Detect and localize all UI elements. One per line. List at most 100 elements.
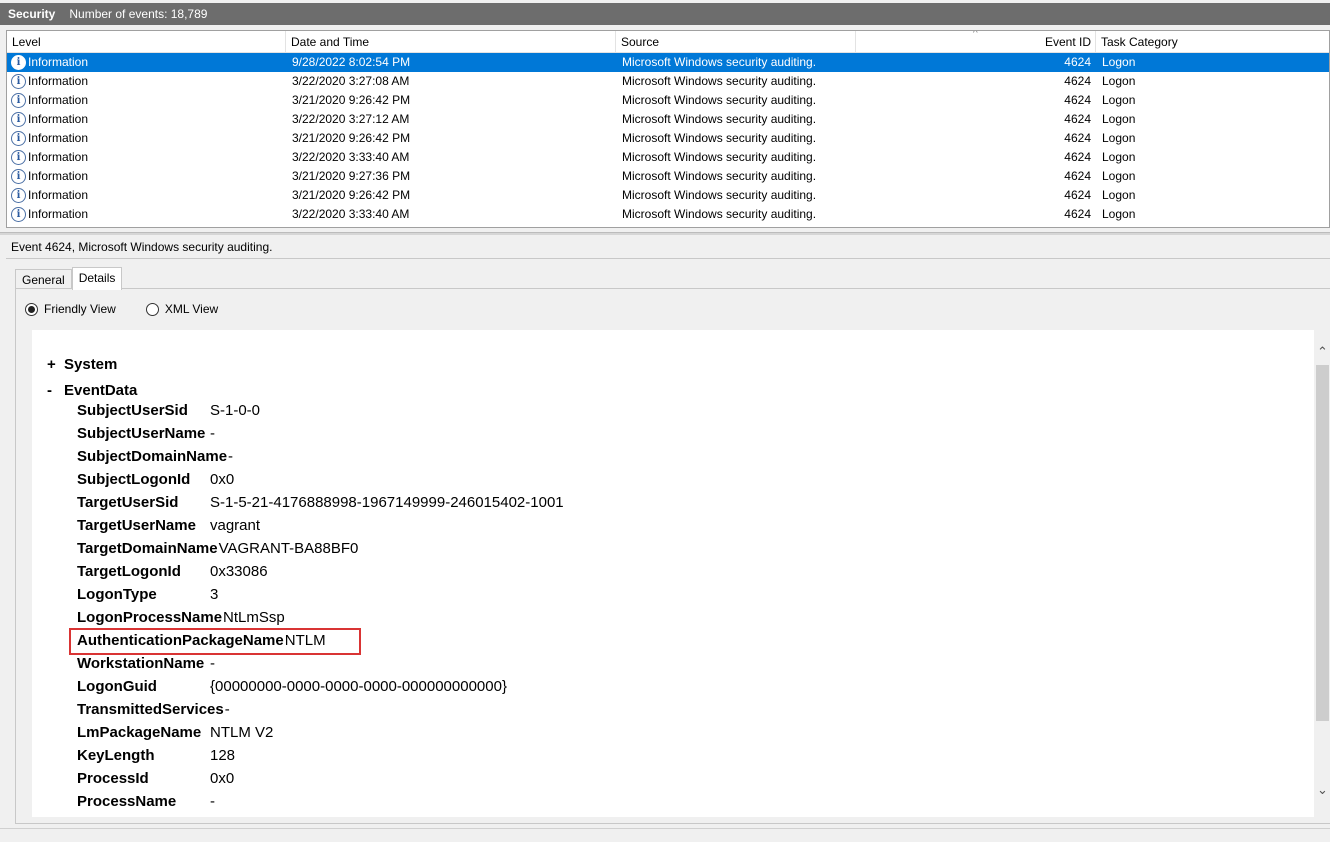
friendly-view-radio[interactable] — [25, 302, 38, 316]
table-row[interactable]: i Information 9/28/2022 8:02:54 PM Microsof… — [7, 53, 1329, 72]
tree-node-system[interactable]: + System — [47, 352, 137, 378]
event-data-field: TargetUserSid S-1-5-21-4176888998-1967149… — [77, 491, 564, 514]
cell-level: i Information — [11, 72, 289, 91]
field-name: TargetDomainName — [77, 540, 218, 557]
cell-level: i Information — [11, 129, 289, 148]
events-grid[interactable]: Level Date and Time Source Event ID Task… — [6, 30, 1330, 228]
field-value: - — [210, 793, 215, 810]
field-value: NTLM V2 — [210, 724, 274, 741]
field-name: SubjectDomainName — [77, 448, 228, 465]
cell-task-category: Logon — [1102, 74, 1136, 88]
sort-indicator-icon: ^ — [973, 30, 978, 39]
info-icon: i — [11, 150, 26, 165]
table-row[interactable]: i Information 3/22/2020 3:33:40 AM Microsof… — [7, 148, 1329, 167]
info-icon: i — [11, 169, 26, 184]
event-data-field: AuthenticationPackageNameNTLM — [69, 628, 564, 655]
cell-event-id: 4624 — [1064, 55, 1091, 69]
cell-source: Microsoft Windows security auditing. — [622, 188, 817, 202]
table-row[interactable]: i Information 3/21/2020 9:27:36 PM Microsof… — [7, 167, 1329, 186]
event-data-field: LmPackageName NTLM V2 — [77, 721, 564, 744]
radio-selected-dot — [28, 305, 35, 313]
field-value: - — [210, 655, 215, 672]
column-header-source[interactable]: Source — [616, 31, 856, 53]
pane-splitter[interactable] — [0, 232, 1330, 235]
field-name: LogonGuid — [77, 678, 157, 695]
level-text: Information — [28, 112, 89, 126]
field-value: vagrant — [210, 517, 261, 534]
cell-level: i Information — [11, 186, 289, 205]
event-data-field: KeyLength 128 — [77, 744, 564, 767]
column-header-date[interactable]: Date and Time — [286, 31, 616, 53]
cell-level: i Information — [11, 53, 289, 72]
table-row[interactable]: i Information 3/22/2020 3:27:12 AM Microsof… — [7, 110, 1329, 129]
cell-task-category: Logon — [1102, 93, 1136, 107]
tab-details[interactable]: Details — [71, 267, 123, 290]
cell-date: 3/22/2020 3:33:40 AM — [292, 207, 410, 221]
cell-task-category: Logon — [1102, 131, 1136, 145]
tab-general[interactable]: General — [15, 269, 72, 290]
event-data-field: SubjectLogonId 0x0 — [77, 468, 564, 491]
level-text: Information — [28, 150, 89, 164]
cell-date: 3/21/2020 9:26:42 PM — [292, 93, 411, 107]
field-name: SubjectUserName — [77, 425, 206, 442]
level-text: Information — [28, 93, 89, 107]
field-value: S-1-0-0 — [210, 402, 261, 419]
event-data-field: TargetDomainNameVAGRANT-BA88BF0 — [77, 537, 564, 560]
table-row[interactable]: i Information 3/21/2020 9:26:42 PM Microsof… — [7, 91, 1329, 110]
field-value: 128 — [210, 747, 236, 764]
friendly-view-label[interactable]: Friendly View — [44, 302, 116, 316]
event-tree: + System - EventData — [47, 352, 137, 404]
field-name: TargetUserName — [77, 517, 196, 534]
details-tab-panel: Friendly View XML View + System - EventD… — [15, 288, 1330, 824]
friendly-view-content: + System - EventData SubjectUserSid S-1-0… — [32, 330, 1314, 817]
field-value: - — [224, 701, 230, 718]
column-header-task-category[interactable]: Task Category — [1096, 31, 1329, 53]
cell-date: 3/21/2020 9:26:42 PM — [292, 131, 411, 145]
cell-task-category: Logon — [1102, 112, 1136, 126]
cell-source: Microsoft Windows security auditing. — [622, 112, 817, 126]
level-text: Information — [28, 169, 89, 183]
field-name: WorkstationName — [77, 655, 205, 672]
scroll-up-icon[interactable]: ⌃ — [1316, 344, 1329, 361]
cell-date: 3/22/2020 3:33:40 AM — [292, 150, 410, 164]
cell-level: i Information — [11, 167, 289, 186]
info-icon: i — [11, 188, 26, 203]
field-name: TargetLogonId — [77, 563, 181, 580]
field-name: KeyLength — [77, 747, 155, 764]
cell-level: i Information — [11, 110, 289, 129]
event-data-field: SubjectUserName - — [77, 422, 564, 445]
cell-task-category: Logon — [1102, 207, 1136, 221]
table-row[interactable]: i Information 3/21/2020 9:26:42 PM Microsof… — [7, 129, 1329, 148]
xml-view-radio[interactable] — [145, 302, 159, 316]
cell-task-category: Logon — [1102, 55, 1136, 69]
grid-header: Level Date and Time Source Event ID Task… — [7, 31, 1329, 53]
cell-source: Microsoft Windows security auditing. — [622, 150, 817, 164]
table-row[interactable]: i Information 3/21/2020 9:26:42 PM Microsof… — [7, 186, 1329, 205]
event-rows: i Information 9/28/2022 8:02:54 PM Microsof… — [7, 53, 1329, 224]
cell-level: i Information — [11, 205, 289, 224]
table-row[interactable]: i Information 3/22/2020 3:27:08 AM Microsof… — [7, 72, 1329, 91]
event-data-field: WorkstationName - — [77, 652, 564, 675]
cell-source: Microsoft Windows security auditing. — [622, 131, 817, 145]
column-header-level[interactable]: Level — [7, 31, 286, 53]
scrollbar-thumb[interactable] — [1316, 365, 1329, 721]
cell-source: Microsoft Windows security auditing. — [622, 93, 817, 107]
scroll-down-icon[interactable]: ⌄ — [1316, 782, 1329, 799]
highlight-box — [69, 628, 361, 655]
xml-view-label[interactable]: XML View — [165, 302, 218, 316]
info-icon: i — [11, 93, 26, 108]
collapse-icon[interactable]: - — [47, 378, 64, 404]
expand-icon[interactable]: + — [47, 352, 64, 378]
table-row[interactable]: i Information 3/22/2020 3:33:40 AM Microsof… — [7, 205, 1329, 224]
level-text: Information — [28, 207, 89, 221]
cell-level: i Information — [11, 91, 289, 110]
cell-level: i Information — [11, 148, 289, 167]
detail-tabs: General Details — [15, 267, 123, 290]
field-value: {00000000-0000-0000-0000-000000000000} — [210, 678, 507, 695]
field-name: TargetUserSid — [77, 494, 179, 511]
event-data-field: TargetLogonId 0x33086 — [77, 560, 564, 583]
event-data-field: TargetUserName vagrant — [77, 514, 564, 537]
cell-event-id: 4624 — [1064, 93, 1091, 107]
event-data-field: SubjectUserSid S-1-0-0 — [77, 399, 564, 422]
details-vertical-scrollbar[interactable]: ⌃ ⌄ — [1314, 330, 1330, 817]
